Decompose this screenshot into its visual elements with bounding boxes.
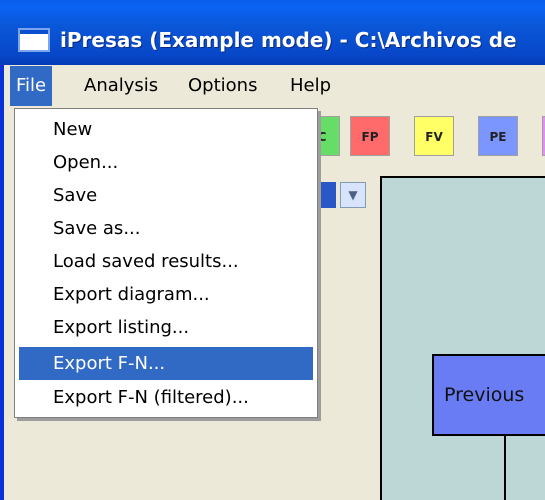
menu-item-export-f-n-filtered[interactable]: Export F-N (filtered)...	[19, 381, 313, 414]
chevron-down-icon[interactable]: ▼	[340, 182, 366, 208]
diagram-edge	[504, 436, 506, 500]
app-window-icon	[18, 28, 50, 52]
menu-bar: File Analysis Options Help	[4, 66, 545, 106]
toolbar-button-fv[interactable]: FV	[414, 116, 454, 156]
menu-item-load-saved-results[interactable]: Load saved results...	[19, 245, 313, 278]
menu-item-export-diagram[interactable]: Export diagram...	[19, 278, 313, 311]
file-menu-dropdown: New Open... Save Save as... Load saved r…	[14, 108, 318, 418]
menu-item-open[interactable]: Open...	[19, 146, 313, 179]
menu-item-save-as[interactable]: Save as...	[19, 212, 313, 245]
menu-item-export-f-n[interactable]: Export F-N...	[19, 347, 313, 380]
title-bar[interactable]: iPresas (Example mode) - C:\Archivos de	[0, 0, 545, 65]
window-title: iPresas (Example mode) - C:\Archivos de	[60, 28, 517, 52]
menu-file[interactable]: File	[10, 66, 53, 106]
menu-analysis[interactable]: Analysis	[78, 66, 164, 106]
menu-item-save[interactable]: Save	[19, 179, 313, 212]
menu-options[interactable]: Options	[182, 66, 263, 106]
toolbar-button-pe[interactable]: PE	[478, 116, 518, 156]
menu-item-new[interactable]: New	[19, 113, 313, 146]
menu-item-export-listing[interactable]: Export listing...	[19, 311, 313, 344]
toolbar-button-fp[interactable]: FP	[350, 116, 390, 156]
menu-help[interactable]: Help	[284, 66, 337, 106]
diagram-node-previous[interactable]: Previous	[432, 354, 545, 436]
diagram-canvas[interactable]	[380, 176, 545, 500]
